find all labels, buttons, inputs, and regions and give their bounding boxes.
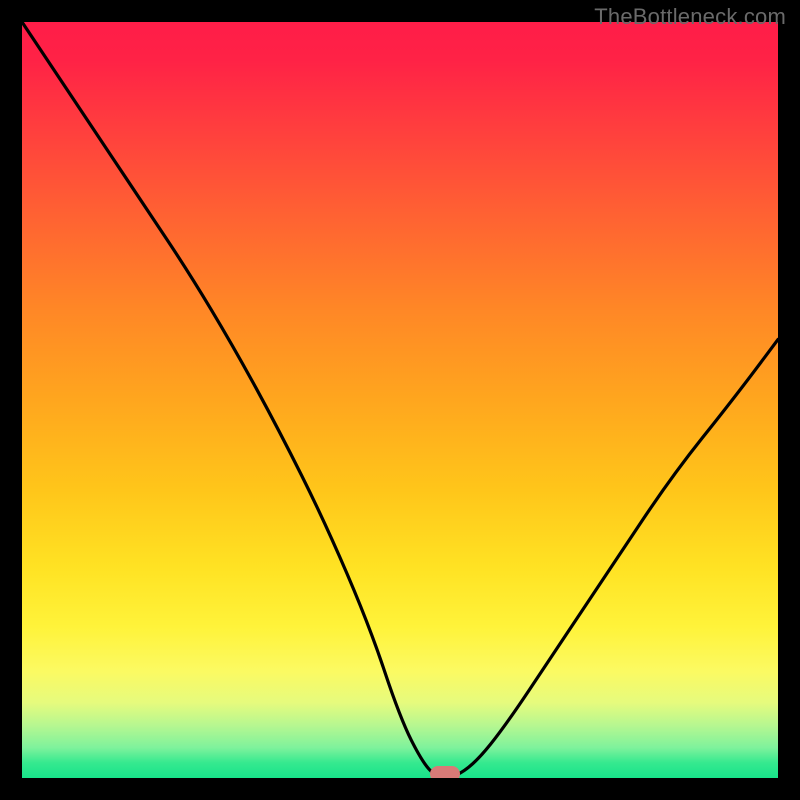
bottleneck-curve-path [22,22,778,778]
curve-svg [22,22,778,778]
plot-area [22,22,778,778]
watermark-text: TheBottleneck.com [594,4,786,30]
chart-frame: TheBottleneck.com [0,0,800,800]
minimum-marker [430,766,460,778]
